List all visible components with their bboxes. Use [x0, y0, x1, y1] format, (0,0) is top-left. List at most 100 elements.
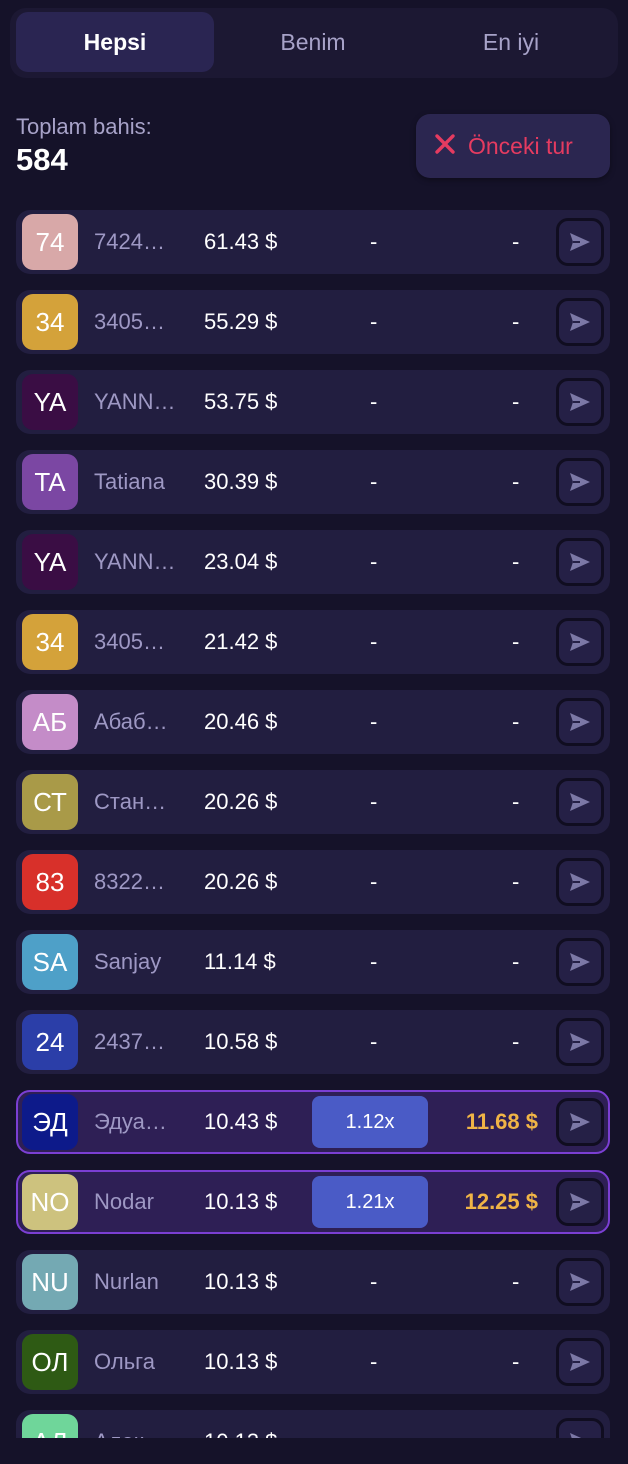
- share-button[interactable]: [556, 778, 604, 826]
- bet-amount: 20.26 $: [204, 869, 278, 894]
- bet-amount: 20.46 $: [204, 709, 278, 734]
- tab-best[interactable]: En iyi: [412, 12, 610, 72]
- win-amount: -: [512, 949, 520, 974]
- multiplier-value: -: [370, 709, 378, 734]
- bet-amount: 10.13 $: [204, 1349, 278, 1374]
- player-name: Стан…: [94, 789, 167, 814]
- bet-row: TA Tatiana 30.39 $ - -: [16, 450, 610, 514]
- avatar: TA: [22, 454, 78, 510]
- send-icon: [570, 713, 590, 731]
- player-name: YANN…: [94, 389, 176, 414]
- total-bets-label: Toplam bahis:: [16, 114, 152, 139]
- bet-amount: 30.39 $: [204, 469, 278, 494]
- multiplier-value: -: [370, 1410, 377, 1438]
- bet-row: YA YANN… 53.75 $ - -: [16, 370, 610, 434]
- bets-list: 74 7424… 61.43 $ - - 34 3405… 55.29 $ - - YA YANN… 5…: [16, 210, 610, 1438]
- bet-amount: 20.26 $: [204, 789, 278, 814]
- player-name: Tatiana: [94, 469, 165, 494]
- bet-row: 34 3405… 55.29 $ - -: [16, 290, 610, 354]
- avatar: АБ: [22, 694, 78, 750]
- multiplier-value: -: [370, 549, 378, 574]
- bet-row: 83 8322… 20.26 $ - -: [16, 850, 610, 914]
- send-icon: [570, 1273, 590, 1291]
- win-amount: -: [512, 789, 520, 814]
- win-amount: -: [512, 229, 520, 254]
- bet-row: 34 3405… 21.42 $ - -: [16, 610, 610, 674]
- share-button[interactable]: [556, 1098, 604, 1146]
- send-icon: [570, 873, 590, 891]
- send-icon: [570, 473, 590, 491]
- bet-row: ОЛ Ольга 10.13 $ - -: [16, 1330, 610, 1394]
- share-button[interactable]: [556, 218, 604, 266]
- send-icon: [570, 633, 590, 651]
- share-button[interactable]: [556, 1178, 604, 1226]
- avatar: ЭД: [22, 1094, 78, 1150]
- bet-amount: 10.13 $: [204, 1410, 277, 1438]
- avatar: 83: [22, 854, 78, 910]
- bet-amount: 10.58 $: [204, 1029, 278, 1054]
- player-name: 3405…: [94, 629, 165, 654]
- previous-round-label: Önceki tur: [468, 132, 573, 159]
- win-amount: -: [512, 549, 520, 574]
- share-button[interactable]: [556, 1018, 604, 1066]
- win-amount: 12.25 $: [464, 1189, 538, 1214]
- player-name: Абаб…: [94, 709, 168, 734]
- send-icon: [570, 953, 590, 971]
- tab-mine[interactable]: Benim: [214, 12, 412, 72]
- share-button[interactable]: [556, 1338, 604, 1386]
- multiplier-value: -: [370, 309, 378, 334]
- share-button[interactable]: [556, 298, 604, 346]
- win-amount: -: [512, 1349, 520, 1374]
- share-button[interactable]: [556, 538, 604, 586]
- multiplier-value: -: [370, 869, 378, 894]
- bet-amount: 55.29 $: [204, 309, 278, 334]
- player-name: YANN…: [94, 549, 176, 574]
- multiplier-badge: 1.12x: [312, 1096, 428, 1148]
- send-icon: [570, 313, 590, 331]
- tab-all[interactable]: Hepsi: [16, 12, 214, 72]
- multiplier-value: -: [370, 229, 378, 254]
- avatar: YA: [22, 374, 78, 430]
- share-button[interactable]: [556, 698, 604, 746]
- share-button[interactable]: [556, 858, 604, 906]
- avatar: NU: [22, 1254, 78, 1310]
- bet-amount: 10.13 $: [204, 1189, 278, 1214]
- bet-row: NO Nodar 10.13 $ 1.21x 12.25 $: [16, 1170, 610, 1234]
- share-button[interactable]: [556, 1418, 604, 1438]
- multiplier-value: -: [370, 389, 378, 414]
- total-bets-value: 584: [16, 142, 68, 177]
- send-icon: [570, 1193, 590, 1211]
- multiplier-value: -: [370, 1269, 378, 1294]
- share-button[interactable]: [556, 1258, 604, 1306]
- bet-amount: 23.04 $: [204, 549, 278, 574]
- send-icon: [570, 793, 590, 811]
- share-button[interactable]: [556, 618, 604, 666]
- share-button[interactable]: [556, 938, 604, 986]
- send-icon: [570, 393, 590, 411]
- send-icon: [570, 1433, 582, 1438]
- bet-row: 74 7424… 61.43 $ - -: [16, 210, 610, 274]
- bet-filter-tabs: Hepsi Benim En iyi: [10, 8, 618, 78]
- share-button[interactable]: [556, 458, 604, 506]
- bet-row: YA YANN… 23.04 $ - -: [16, 530, 610, 594]
- share-button[interactable]: [556, 378, 604, 426]
- win-amount: -: [512, 389, 520, 414]
- avatar: 74: [22, 214, 78, 270]
- bet-row: АБ Абаб… 20.46 $ - -: [16, 690, 610, 754]
- player-name: 8322…: [94, 869, 165, 894]
- bet-row: 24 2437… 10.58 $ - -: [16, 1010, 610, 1074]
- multiplier-value: -: [370, 1029, 378, 1054]
- win-amount: -: [512, 309, 520, 334]
- avatar: АЛ: [22, 1414, 78, 1438]
- multiplier-value: -: [370, 789, 378, 814]
- player-name: Sanjay: [94, 949, 162, 974]
- bet-amount: 21.42 $: [204, 629, 278, 654]
- send-icon: [570, 1033, 590, 1051]
- send-icon: [570, 1113, 590, 1131]
- avatar: ОЛ: [22, 1334, 78, 1390]
- player-name: Nurlan: [94, 1269, 159, 1294]
- win-amount: -: [512, 629, 520, 654]
- bet-row: СТ Стан… 20.26 $ - -: [16, 770, 610, 834]
- previous-round-button[interactable]: Önceki tur: [416, 114, 610, 178]
- multiplier-badge: 1.21x: [312, 1176, 428, 1228]
